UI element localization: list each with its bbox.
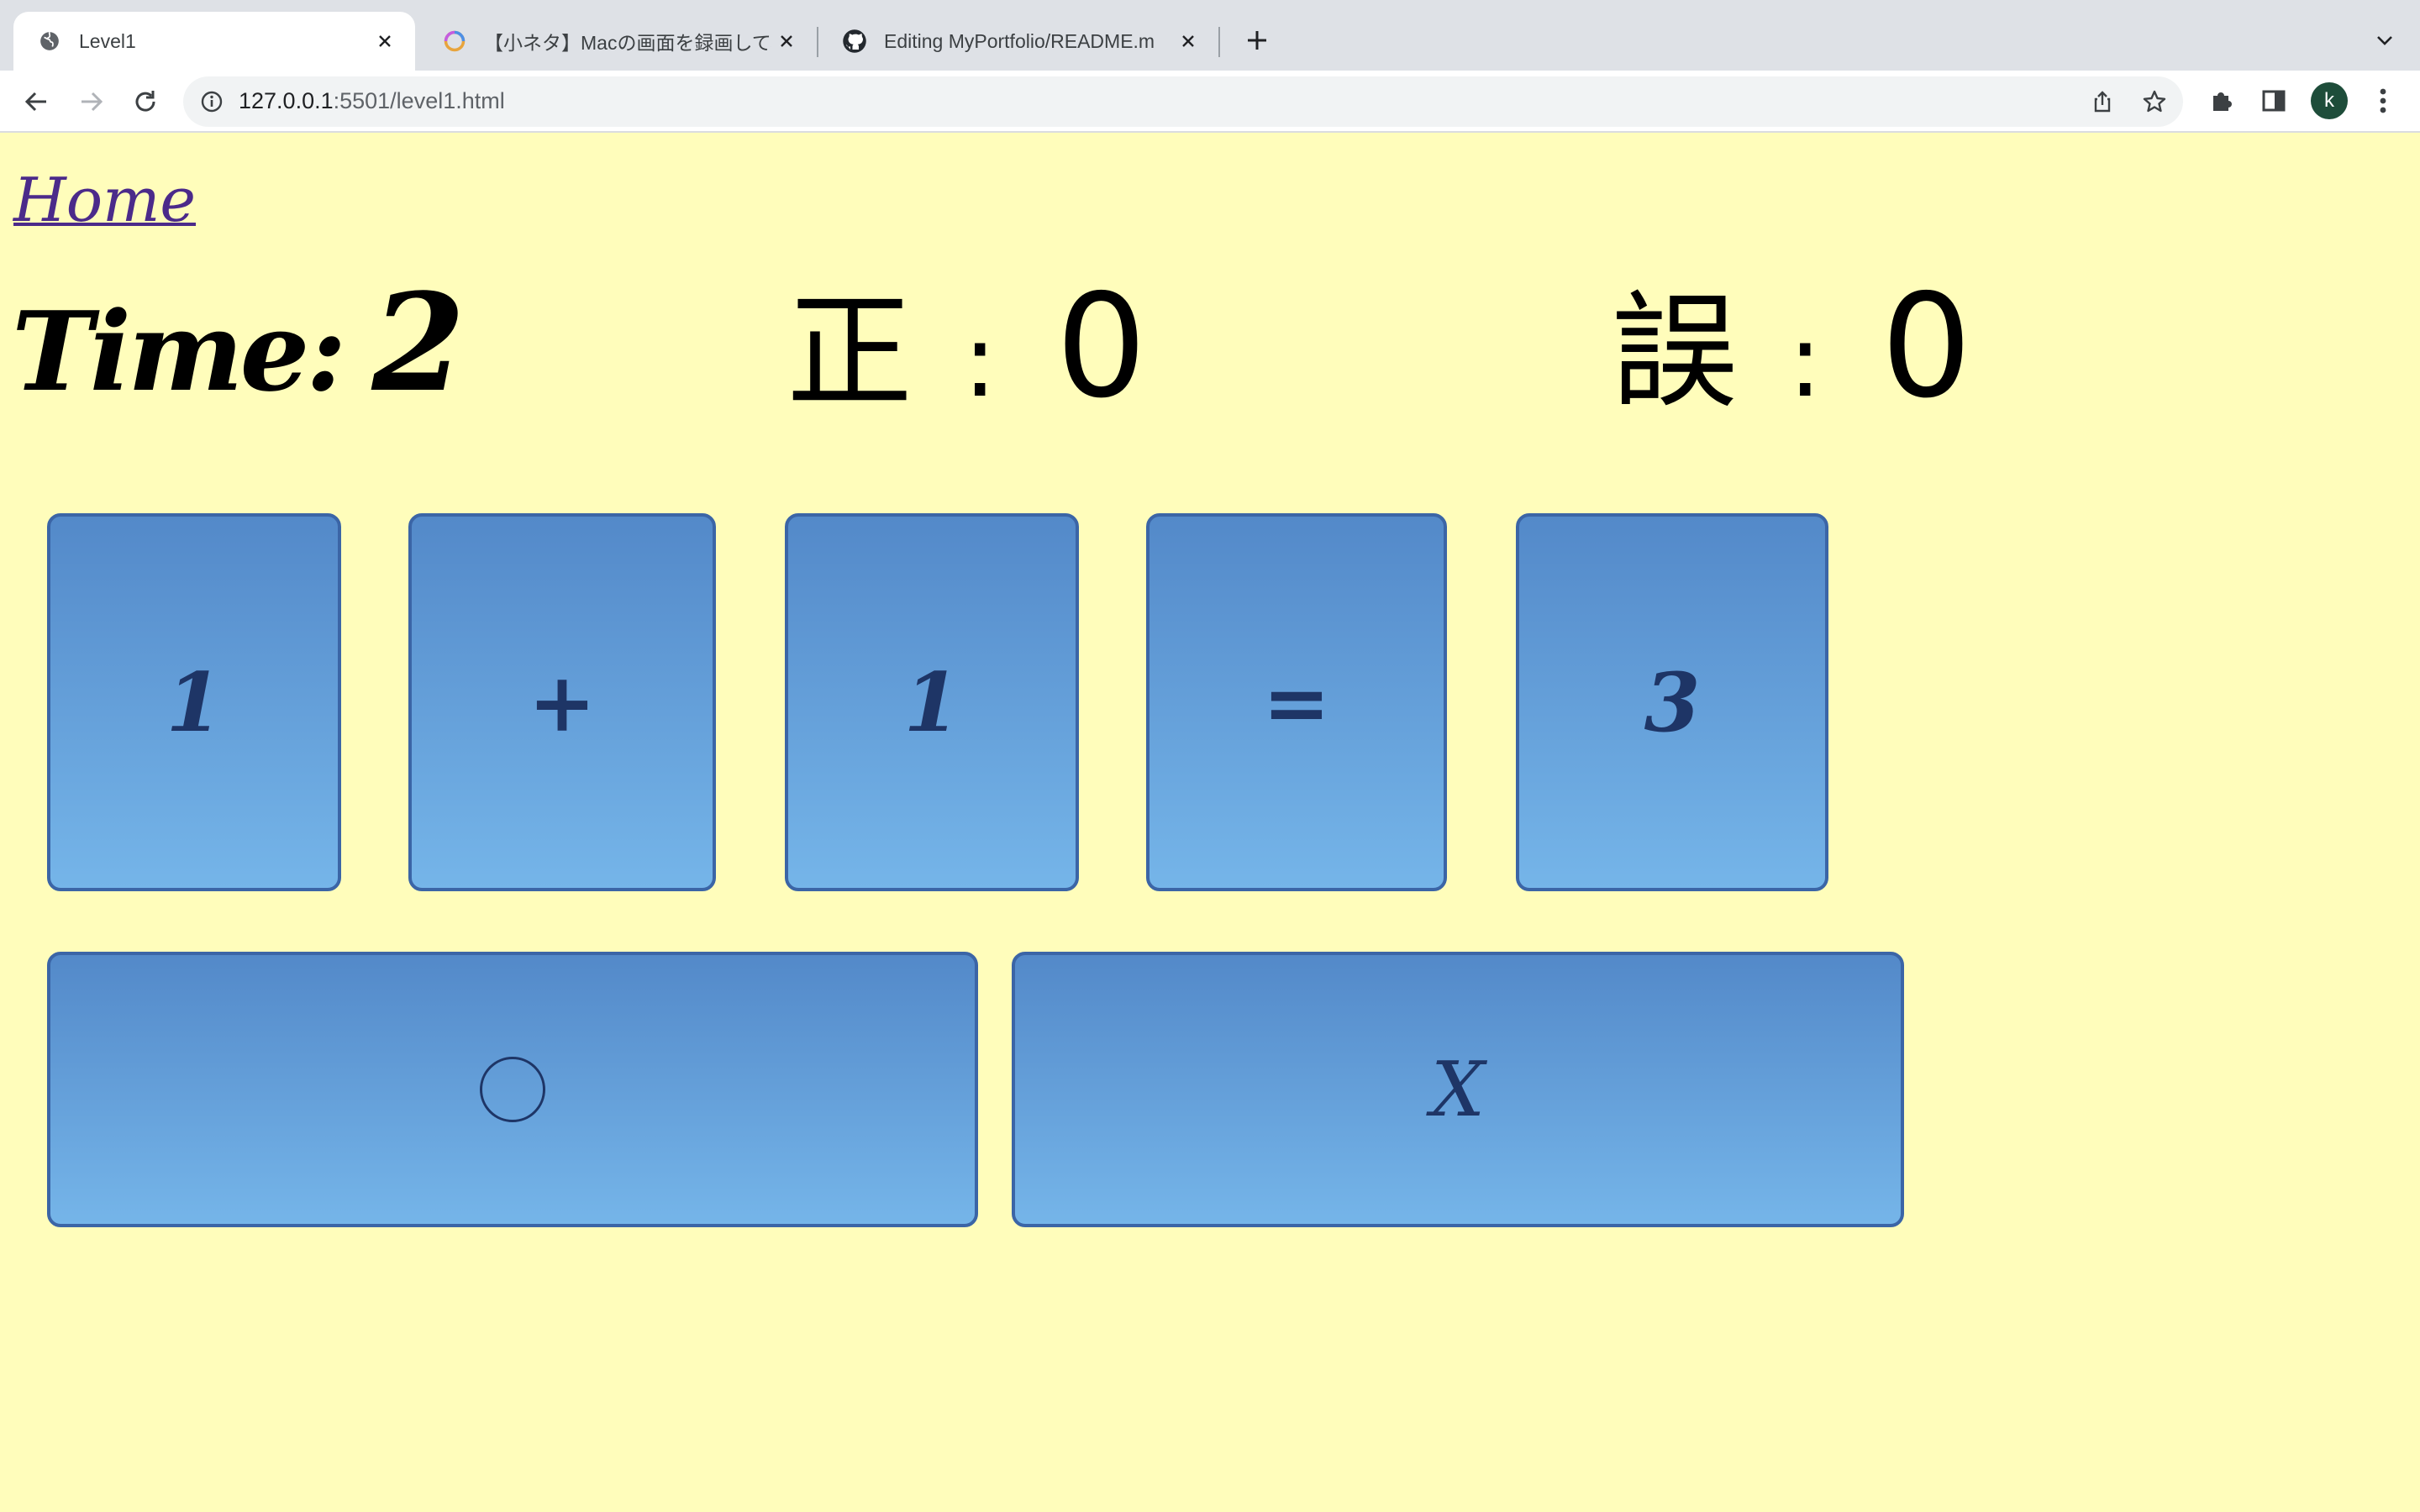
share-icon[interactable] — [2087, 87, 2118, 117]
info-icon[interactable] — [198, 88, 225, 115]
tab-title: 【小ネタ】Macの画面を録画して、 — [484, 32, 771, 54]
tab-github-readme[interactable]: Editing MyPortfolio/README.m — [818, 12, 1218, 71]
correct-count-display: 正 : 0 — [786, 276, 1147, 418]
equation-card-operand-1: 1 — [47, 513, 341, 891]
globe-icon — [37, 29, 62, 54]
tab-title: Level1 — [79, 29, 136, 52]
timer-display: Time: 2 — [12, 276, 466, 410]
close-icon[interactable] — [370, 26, 400, 56]
answer-true-button[interactable]: ○ — [47, 952, 978, 1227]
equation-card-operand-2: 1 — [785, 513, 1079, 891]
wrong-count-display: 誤 : 0 — [1612, 276, 1972, 418]
close-icon[interactable] — [771, 26, 802, 56]
url-text: 127.0.0.1:5501/level1.html — [239, 88, 505, 114]
bookmark-star-icon[interactable] — [2139, 87, 2170, 117]
correct-value: 0 — [1055, 264, 1147, 430]
answer-false-button[interactable]: X — [1012, 952, 1904, 1227]
home-link[interactable]: Home — [13, 165, 196, 235]
tab-title: Editing MyPortfolio/README.m — [884, 29, 1155, 52]
extensions-puzzle-icon[interactable] — [2205, 84, 2238, 118]
wrong-separator: : — [1788, 303, 1823, 420]
equation-card-equals: = — [1146, 513, 1447, 891]
equation-card-operator: + — [408, 513, 716, 891]
browser-toolbar: 127.0.0.1:5501/level1.html — [0, 71, 2420, 133]
tab-level1[interactable]: Level1 — [13, 12, 415, 71]
timer-label: Time: — [12, 287, 346, 416]
url-path: :5501/level1.html — [333, 88, 505, 113]
chevron-down-icon[interactable] — [2370, 25, 2400, 55]
new-tab-plus-icon[interactable] — [1240, 24, 1274, 57]
site-logo-icon — [442, 29, 467, 54]
tab-strip: Level1 【小ネタ】Macの画面を録画して、 Editing MyPortf… — [0, 0, 2420, 71]
url-host: 127.0.0.1 — [239, 88, 334, 113]
timer-value: 2 — [371, 264, 466, 422]
equation-card-result: 3 — [1516, 513, 1828, 891]
forward-arrow-icon[interactable] — [74, 84, 109, 119]
tab-divider — [1218, 27, 1220, 57]
side-panel-icon[interactable] — [2257, 84, 2291, 118]
profile-avatar[interactable]: k — [2311, 82, 2348, 119]
reload-icon[interactable] — [128, 84, 163, 119]
wrong-label: 誤 — [1612, 280, 1739, 426]
github-icon — [842, 29, 867, 54]
address-bar[interactable]: 127.0.0.1:5501/level1.html — [183, 76, 2183, 127]
answer-false-label: X — [1430, 1045, 1486, 1134]
back-arrow-icon[interactable] — [18, 84, 54, 119]
close-icon[interactable] — [1173, 26, 1203, 56]
correct-label: 正 — [786, 280, 913, 426]
page-content: Home Time: 2 正 : 0 誤 : 0 1 + 1 = 3 ○ X — [0, 133, 2420, 1512]
tab-qiita-article[interactable]: 【小ネタ】Macの画面を録画して、 — [418, 12, 817, 71]
kebab-menu-icon[interactable] — [2366, 84, 2400, 118]
correct-separator: : — [963, 303, 997, 420]
wrong-value: 0 — [1881, 264, 1972, 430]
